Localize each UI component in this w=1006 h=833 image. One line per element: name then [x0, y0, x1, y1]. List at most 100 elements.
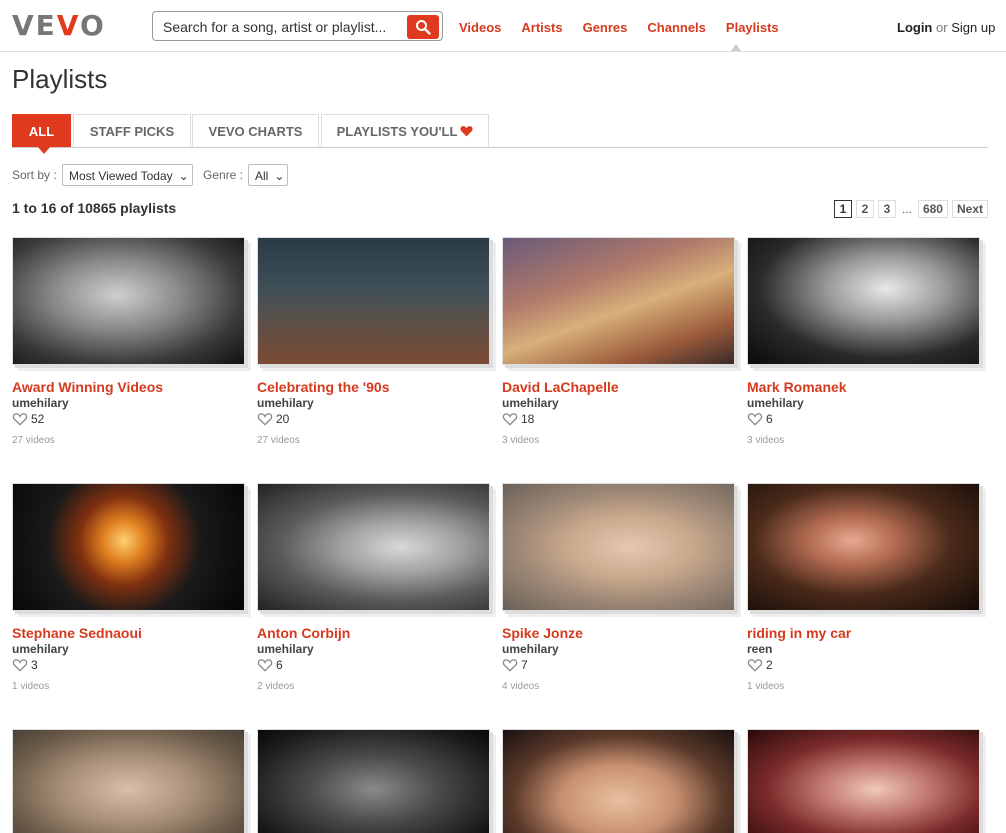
page-3[interactable]: 3: [877, 200, 896, 218]
genre-select[interactable]: All ⌄: [248, 164, 288, 186]
playlist-thumbnail[interactable]: [257, 483, 490, 611]
nav-channels[interactable]: Channels: [647, 20, 706, 35]
playlist-thumbnail[interactable]: [12, 483, 245, 611]
tab-playlists-you-love-label: PLAYLISTS YOU'LL: [336, 123, 458, 139]
heart-outline-icon[interactable]: [257, 658, 273, 672]
page-1[interactable]: 1: [833, 200, 852, 218]
playlist-title[interactable]: Spike Jonze: [502, 625, 583, 641]
playlist-thumbnail[interactable]: [502, 483, 735, 611]
playlist-thumbnail[interactable]: [502, 729, 735, 833]
tab-vevo-charts[interactable]: VEVO CHARTS: [192, 114, 319, 147]
tab-playlists-you-love[interactable]: PLAYLISTS YOU'LL: [321, 114, 489, 147]
playlist-like-count: 3: [31, 658, 38, 672]
search-button[interactable]: [407, 15, 439, 39]
heart-outline-icon[interactable]: [502, 658, 518, 672]
playlist-thumbnail[interactable]: [502, 237, 735, 365]
playlist-likes: 20: [257, 412, 289, 426]
heart-outline-icon[interactable]: [747, 658, 763, 672]
tab-all[interactable]: ALL: [12, 114, 71, 147]
heart-icon: [460, 126, 473, 137]
playlist-user[interactable]: umehilary: [502, 642, 559, 656]
playlist-thumbnail[interactable]: [12, 237, 245, 365]
login-link[interactable]: Login: [897, 20, 932, 35]
next-page-button[interactable]: Next: [951, 200, 988, 218]
playlist-title[interactable]: Mark Romanek: [747, 379, 847, 395]
playlist-title[interactable]: riding in my car: [747, 625, 851, 641]
logo-part-2: V: [56, 9, 80, 42]
playlist-video-count: 3 videos: [502, 435, 540, 446]
playlist-title[interactable]: Anton Corbijn: [257, 625, 350, 641]
playlist-user[interactable]: reen: [747, 642, 772, 656]
genre-label: Genre :: [203, 168, 244, 182]
heart-outline-icon[interactable]: [12, 412, 28, 426]
search-input[interactable]: [163, 17, 403, 37]
genre-select-value: All: [255, 169, 269, 183]
playlist-likes: 6: [747, 412, 773, 426]
playlist-thumbnail[interactable]: [257, 237, 490, 365]
playlist-video-count: 1 videos: [12, 681, 50, 692]
playlist-thumbnail[interactable]: [12, 729, 245, 833]
playlist-tabs: ALL STAFF PICKS VEVO CHARTS PLAYLISTS YO…: [12, 114, 988, 154]
playlist-user[interactable]: umehilary: [257, 396, 314, 410]
playlist-title[interactable]: Award Winning Videos: [12, 379, 163, 395]
nav-artists[interactable]: Artists: [521, 20, 562, 35]
signup-link[interactable]: Sign up: [951, 20, 995, 35]
search-icon: [416, 20, 431, 35]
playlist-likes: 3: [12, 658, 38, 672]
chevron-down-icon: ⌄: [274, 169, 285, 183]
playlist-user[interactable]: umehilary: [747, 396, 804, 410]
results-count: 1 to 16 of 10865 playlists: [12, 200, 177, 216]
playlist-likes: 18: [502, 412, 534, 426]
playlist-like-count: 7: [521, 658, 528, 672]
nav-videos[interactable]: Videos: [459, 20, 501, 35]
page-ellipsis: ...: [901, 202, 912, 216]
tab-all-label: ALL: [28, 123, 55, 139]
playlist-thumbnail[interactable]: [747, 483, 980, 611]
playlist-title[interactable]: David LaChapelle: [502, 379, 619, 395]
playlist-like-count: 6: [766, 412, 773, 426]
playlist-video-count: 27 videos: [12, 435, 55, 446]
heart-outline-icon[interactable]: [257, 412, 273, 426]
playlist-title[interactable]: Celebrating the '90s: [257, 379, 389, 395]
playlist-video-count: 4 videos: [502, 681, 540, 692]
tab-staff-picks-label: STAFF PICKS: [89, 123, 175, 139]
nav-genres[interactable]: Genres: [583, 20, 628, 35]
main-nav: Videos Artists Genres Channels Playlists: [459, 20, 799, 35]
tab-staff-picks[interactable]: STAFF PICKS: [73, 114, 191, 147]
playlist-video-count: 3 videos: [747, 435, 785, 446]
logo-part-1: VE: [12, 9, 57, 42]
playlist-user[interactable]: umehilary: [502, 396, 559, 410]
playlist-user[interactable]: umehilary: [257, 642, 314, 656]
search-box: [152, 11, 443, 41]
playlist-thumbnail[interactable]: [257, 729, 490, 833]
playlist-video-count: 27 videos: [257, 435, 300, 446]
page-last[interactable]: 680: [917, 200, 948, 218]
page-2[interactable]: 2: [855, 200, 874, 218]
playlist-title[interactable]: Stephane Sednaoui: [12, 625, 142, 641]
auth-or: or: [936, 20, 948, 35]
playlist-like-count: 52: [31, 412, 45, 426]
playlist-likes: 52: [12, 412, 44, 426]
playlist-user[interactable]: umehilary: [12, 642, 69, 656]
nav-playlists[interactable]: Playlists: [726, 20, 779, 35]
sort-select[interactable]: Most Viewed Today ⌄: [62, 164, 193, 186]
heart-outline-icon[interactable]: [747, 412, 763, 426]
playlist-user[interactable]: umehilary: [12, 396, 69, 410]
playlist-like-count: 6: [276, 658, 283, 672]
tab-active-caret: [38, 147, 50, 154]
heart-outline-icon[interactable]: [502, 412, 518, 426]
vevo-logo[interactable]: VEVO: [12, 12, 106, 40]
heart-outline-icon[interactable]: [12, 658, 28, 672]
sort-select-value: Most Viewed Today: [69, 169, 173, 183]
playlist-like-count: 18: [521, 412, 535, 426]
playlist-likes: 6: [257, 658, 283, 672]
page-title: Playlists: [12, 64, 108, 94]
tab-vevo-charts-label: VEVO CHARTS: [208, 123, 303, 139]
playlist-like-count: 20: [276, 412, 290, 426]
auth-links: Login or Sign up: [897, 20, 995, 35]
playlist-thumbnail[interactable]: [747, 237, 980, 365]
sort-label: Sort by :: [12, 168, 57, 182]
header: VEVO Videos Artists Genres Channels Play…: [0, 0, 1006, 52]
logo-part-3: O: [79, 9, 106, 42]
playlist-thumbnail[interactable]: [747, 729, 980, 833]
